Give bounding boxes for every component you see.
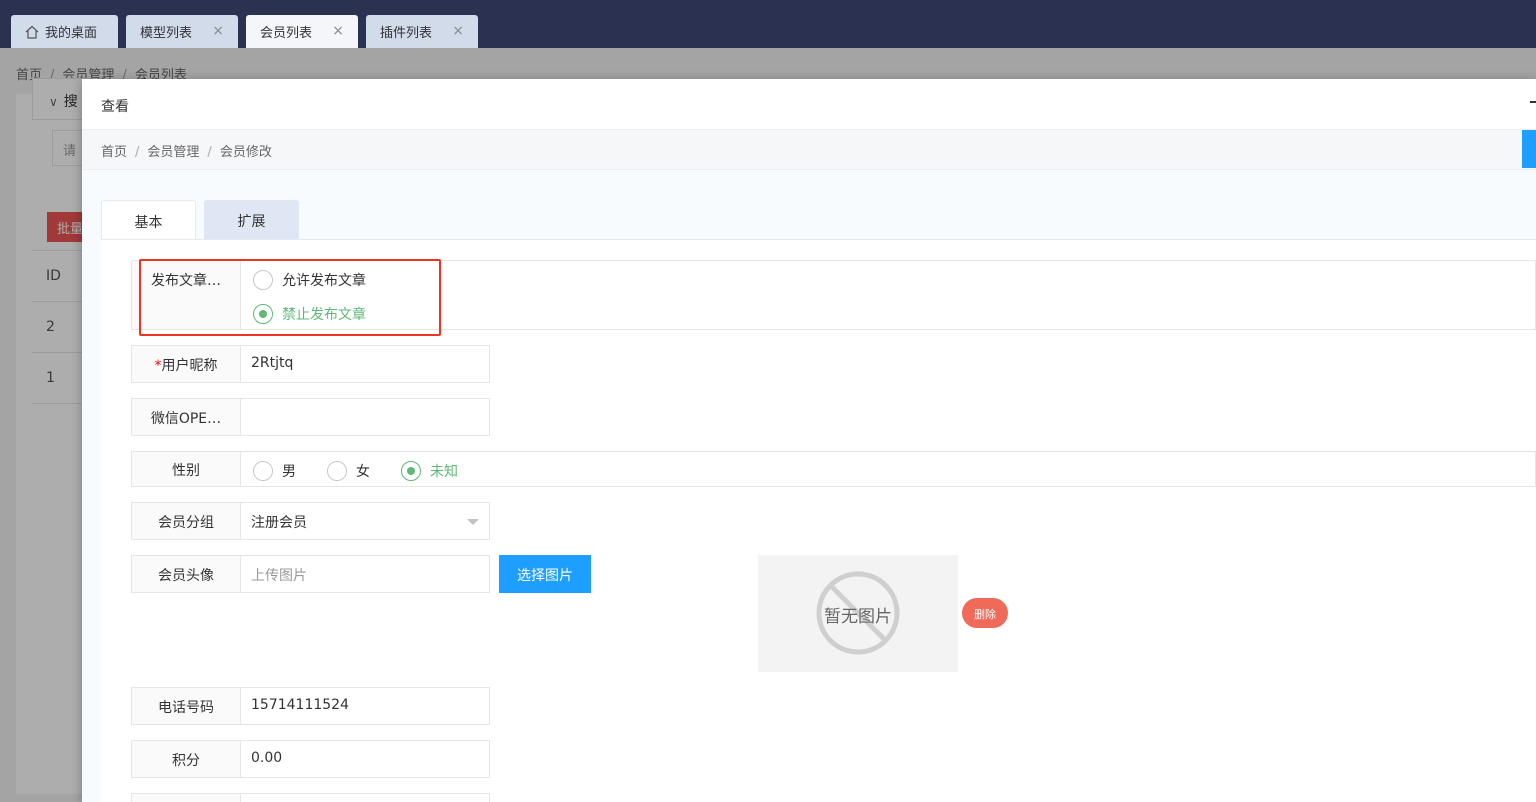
tab-label: 插件列表 bbox=[380, 26, 433, 41]
points-label: 积分 bbox=[131, 740, 241, 778]
choose-image-button[interactable]: 选择图片 bbox=[499, 555, 591, 593]
next-field-label bbox=[131, 793, 241, 802]
form-area: 发布文章… 允许发布文章 禁止发布文章 *用户昵称 2Rtjtq 微信OPE… bbox=[101, 239, 1536, 802]
phone-label: 电话号码 bbox=[131, 687, 241, 725]
phone-input[interactable]: 15714111524 bbox=[240, 687, 490, 725]
tab-plugin-list[interactable]: 插件列表 × bbox=[366, 15, 478, 48]
radio-label: 男 bbox=[282, 464, 296, 480]
tab-label: 模型列表 bbox=[140, 26, 193, 41]
breadcrumb: 首页 / 会员管理 / 会员修改 bbox=[82, 130, 1536, 170]
close-icon[interactable]: × bbox=[332, 23, 344, 39]
points-input[interactable]: 0.00 bbox=[240, 740, 490, 778]
nickname-input[interactable]: 2Rtjtq bbox=[240, 345, 490, 383]
tab-model-list[interactable]: 模型列表 × bbox=[126, 15, 238, 48]
avatar-url-input[interactable]: 上传图片 bbox=[240, 555, 490, 593]
gender-male-radio[interactable]: 男 bbox=[253, 461, 296, 481]
close-icon[interactable]: × bbox=[212, 23, 224, 39]
tab-label: 我的桌面 bbox=[45, 26, 98, 41]
tab-extended[interactable]: 扩展 bbox=[204, 200, 299, 240]
avatar-preview: 暂无图片 bbox=[758, 555, 958, 672]
breadcrumb-member-edit: 会员修改 bbox=[219, 145, 272, 160]
breadcrumb-home[interactable]: 首页 bbox=[101, 145, 127, 160]
gender-unknown-radio[interactable]: 未知 bbox=[401, 461, 458, 481]
radio-label: 未知 bbox=[430, 464, 458, 480]
avatar-label: 会员头像 bbox=[131, 555, 241, 593]
radio-circle bbox=[327, 461, 347, 481]
minimize-icon[interactable] bbox=[1530, 101, 1536, 103]
radio-label: 女 bbox=[356, 464, 370, 480]
highlight-box bbox=[139, 259, 441, 336]
tab-member-list[interactable]: 会员列表 × bbox=[246, 15, 358, 48]
home-icon bbox=[25, 25, 39, 39]
gender-female-radio[interactable]: 女 bbox=[327, 461, 370, 481]
radio-circle bbox=[401, 461, 421, 481]
delete-image-button[interactable]: 删除 bbox=[962, 598, 1008, 628]
wechat-openid-input[interactable] bbox=[240, 398, 490, 436]
caret-down-icon bbox=[467, 519, 479, 525]
wechat-openid-label: 微信OPE… bbox=[131, 398, 241, 436]
member-group-select[interactable]: 注册会员 bbox=[240, 502, 490, 540]
breadcrumb-member-management[interactable]: 会员管理 bbox=[147, 145, 199, 160]
top-tab-bar: 我的桌面 模型列表 × 会员列表 × 插件列表 × bbox=[0, 0, 1536, 48]
modal-title: 查看 bbox=[82, 79, 1536, 130]
next-field-input[interactable] bbox=[240, 793, 490, 802]
radio-circle bbox=[253, 461, 273, 481]
select-value: 注册会员 bbox=[251, 515, 307, 531]
close-icon[interactable]: × bbox=[452, 23, 464, 39]
refresh-button[interactable] bbox=[1522, 130, 1536, 168]
member-group-label: 会员分组 bbox=[131, 502, 241, 540]
required-mark: * bbox=[154, 358, 162, 374]
tab-my-desktop[interactable]: 我的桌面 bbox=[11, 15, 118, 48]
gender-label: 性别 bbox=[131, 451, 241, 487]
view-modal: 查看 首页 / 会员管理 / 会员修改 基本 扩展 发布文章… 允许发布文章 禁止发布文… bbox=[82, 79, 1536, 802]
tab-basic[interactable]: 基本 bbox=[101, 200, 196, 240]
nickname-label: *用户昵称 bbox=[131, 345, 241, 383]
tab-label: 会员列表 bbox=[260, 26, 313, 41]
no-image-text: 暂无图片 bbox=[824, 607, 892, 627]
modal-body: 首页 / 会员管理 / 会员修改 基本 扩展 发布文章… 允许发布文章 禁止发布文章 *… bbox=[82, 130, 1536, 802]
